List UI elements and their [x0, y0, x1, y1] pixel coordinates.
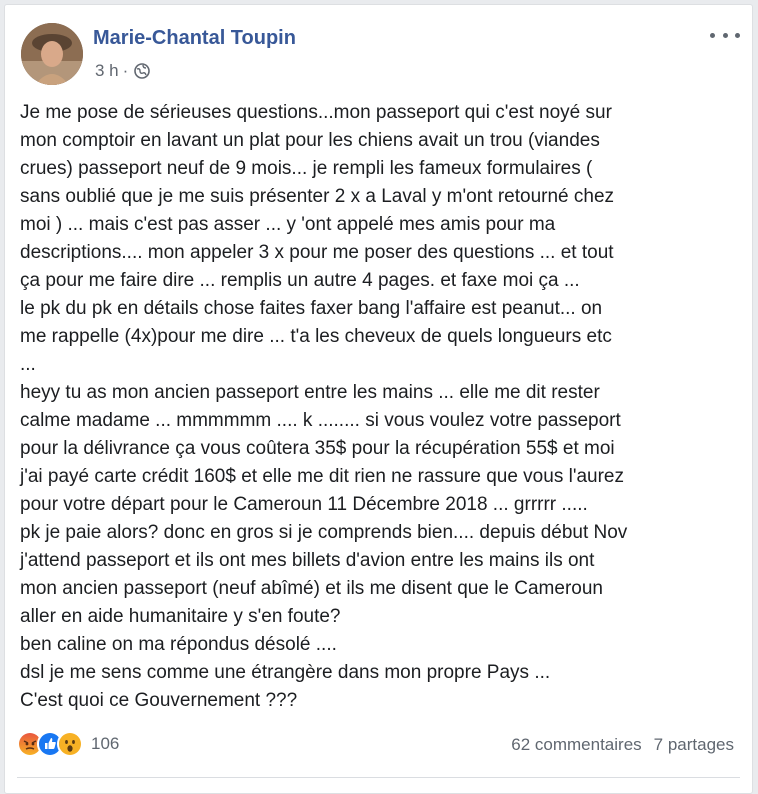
- post-text-line: aller en aide humanitaire y s'en foute?: [20, 606, 341, 627]
- post-text-line: C'est quoi ce Gouvernement ???: [20, 690, 298, 711]
- reactions-summary[interactable]: 106: [17, 731, 119, 757]
- post-text-line: ben caline on ma répondus désolé ....: [20, 634, 337, 655]
- globe-icon[interactable]: [134, 63, 151, 79]
- post-text-line: pour votre départ pour le Cameroun 11 Dé…: [20, 494, 588, 515]
- post-text-line: calme madame ... mmmmmm .... k ........ …: [20, 410, 621, 431]
- post-text-line: heyy tu as mon ancien passeport entre le…: [20, 382, 600, 403]
- post-text-line: pour la délivrance ça vous coûtera 35$ p…: [20, 438, 615, 459]
- post-text-line: Je me pose de sérieuses questions...mon …: [20, 102, 612, 123]
- author-name[interactable]: Marie-Chantal Toupin: [93, 27, 296, 50]
- post-text-line: j'ai payé carte crédit 160$ et elle me d…: [20, 466, 624, 487]
- post-body: Je me pose de sérieuses questions...mon …: [20, 99, 740, 715]
- wow-icon: [57, 731, 83, 757]
- post-stats: 62 commentaires 7 partages: [511, 735, 734, 755]
- footer-divider: [17, 777, 740, 778]
- post-text-line: mon comptoir en lavant un plat pour les …: [20, 130, 600, 151]
- reaction-count: 106: [91, 734, 120, 753]
- post-time[interactable]: 3 h: [95, 61, 119, 81]
- post-text-line: le pk du pk en détails chose faites faxe…: [20, 298, 603, 319]
- post-footer: 106 62 commentaires 7 partages: [5, 727, 752, 767]
- shares-link[interactable]: 7 partages: [654, 735, 734, 755]
- post-text-line: descriptions.... mon appeler 3 x pour me…: [20, 242, 614, 263]
- post-card: Marie-Chantal Toupin 3 h · Je me pose de…: [4, 4, 753, 794]
- post-text-line: moi ) ... mais c'est pas asser ... y 'on…: [20, 214, 556, 235]
- post-text-line: ...: [20, 354, 36, 375]
- post-text-line: ça pour me faire dire ... remplis un aut…: [20, 270, 580, 291]
- more-options-icon[interactable]: [710, 25, 740, 45]
- post-text-line: sans oublié que je me suis présenter 2 x…: [20, 186, 615, 207]
- post-text-line: j'attend passeport et ils ont mes billet…: [20, 550, 595, 571]
- post-meta: 3 h ·: [95, 61, 151, 81]
- post-text-line: dsl je me sens comme une étrangère dans …: [20, 662, 551, 683]
- post-text-line: crues) passeport neuf de 9 mois... je re…: [20, 158, 593, 179]
- post-text-line: me rappelle (4x)pour me dire ... t'a les…: [20, 326, 612, 347]
- post-text-line: pk je paie alors? donc en gros si je com…: [20, 522, 628, 543]
- author-avatar[interactable]: [21, 23, 83, 85]
- comments-link[interactable]: 62 commentaires: [511, 735, 641, 755]
- post-text-line: mon ancien passeport (neuf abîmé) et ils…: [20, 578, 603, 599]
